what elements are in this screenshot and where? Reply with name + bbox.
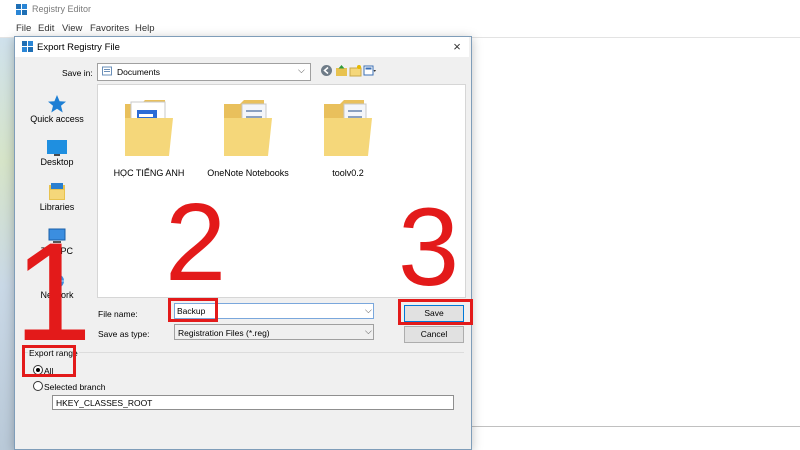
chevron-down-icon[interactable]: ⌵ xyxy=(365,326,372,337)
place-libraries[interactable]: Libraries xyxy=(26,182,88,212)
registry-export-icon xyxy=(22,41,33,52)
folder-icon xyxy=(224,100,272,156)
menu-edit[interactable]: Edit xyxy=(38,23,54,34)
selected-branch-radio[interactable] xyxy=(33,381,43,391)
view-menu-icon[interactable] xyxy=(363,64,376,77)
save-in-value: Documents xyxy=(117,67,160,77)
step-number-1: 1 xyxy=(14,213,92,370)
highlight-save-button xyxy=(398,299,473,325)
step-number-3: 3 xyxy=(398,186,460,309)
star-icon xyxy=(48,95,66,113)
save-in-label: Save in: xyxy=(62,68,93,78)
cancel-button[interactable]: Cancel xyxy=(404,326,464,343)
libraries-icon xyxy=(49,183,65,200)
dialog-title: Export Registry File xyxy=(37,42,120,53)
folder-item[interactable]: HỌC TIẾNG ANH xyxy=(99,96,199,178)
selected-branch-input[interactable] xyxy=(52,395,454,410)
desktop-background-strip xyxy=(0,38,14,450)
folder-item[interactable]: OneNote Notebooks xyxy=(198,96,298,178)
place-desktop[interactable]: Desktop xyxy=(26,139,88,167)
folder-icon xyxy=(324,100,372,156)
close-icon[interactable]: × xyxy=(448,38,466,56)
back-icon[interactable] xyxy=(320,64,333,77)
registry-app-icon xyxy=(16,4,27,15)
folder-icon xyxy=(125,100,173,156)
step-number-2: 2 xyxy=(165,181,227,304)
chevron-down-icon[interactable]: ⌵ xyxy=(298,65,305,76)
menu-favorites[interactable]: Favorites xyxy=(90,23,129,34)
folder-item[interactable]: toolv0.2 xyxy=(298,96,398,178)
selected-branch-label[interactable]: Selected branch xyxy=(44,382,105,392)
menu-file[interactable]: File xyxy=(16,23,31,34)
documents-folder-icon xyxy=(102,66,112,76)
save-as-type-label: Save as type: xyxy=(98,329,150,339)
save-as-type-value: Registration Files (*.reg) xyxy=(178,328,270,338)
desktop-icon xyxy=(47,140,67,156)
menu-view[interactable]: View xyxy=(62,23,82,34)
registry-title: Registry Editor xyxy=(32,4,92,14)
registry-titlebar xyxy=(0,0,800,20)
highlight-file-name xyxy=(168,298,218,322)
up-folder-icon[interactable] xyxy=(335,64,348,77)
menu-help[interactable]: Help xyxy=(135,23,155,34)
file-name-label: File name: xyxy=(98,309,138,319)
place-quick-access[interactable]: Quick access xyxy=(26,94,88,124)
new-folder-icon[interactable] xyxy=(349,64,362,77)
highlight-export-range xyxy=(22,345,76,377)
chevron-down-icon[interactable]: ⌵ xyxy=(365,305,372,316)
